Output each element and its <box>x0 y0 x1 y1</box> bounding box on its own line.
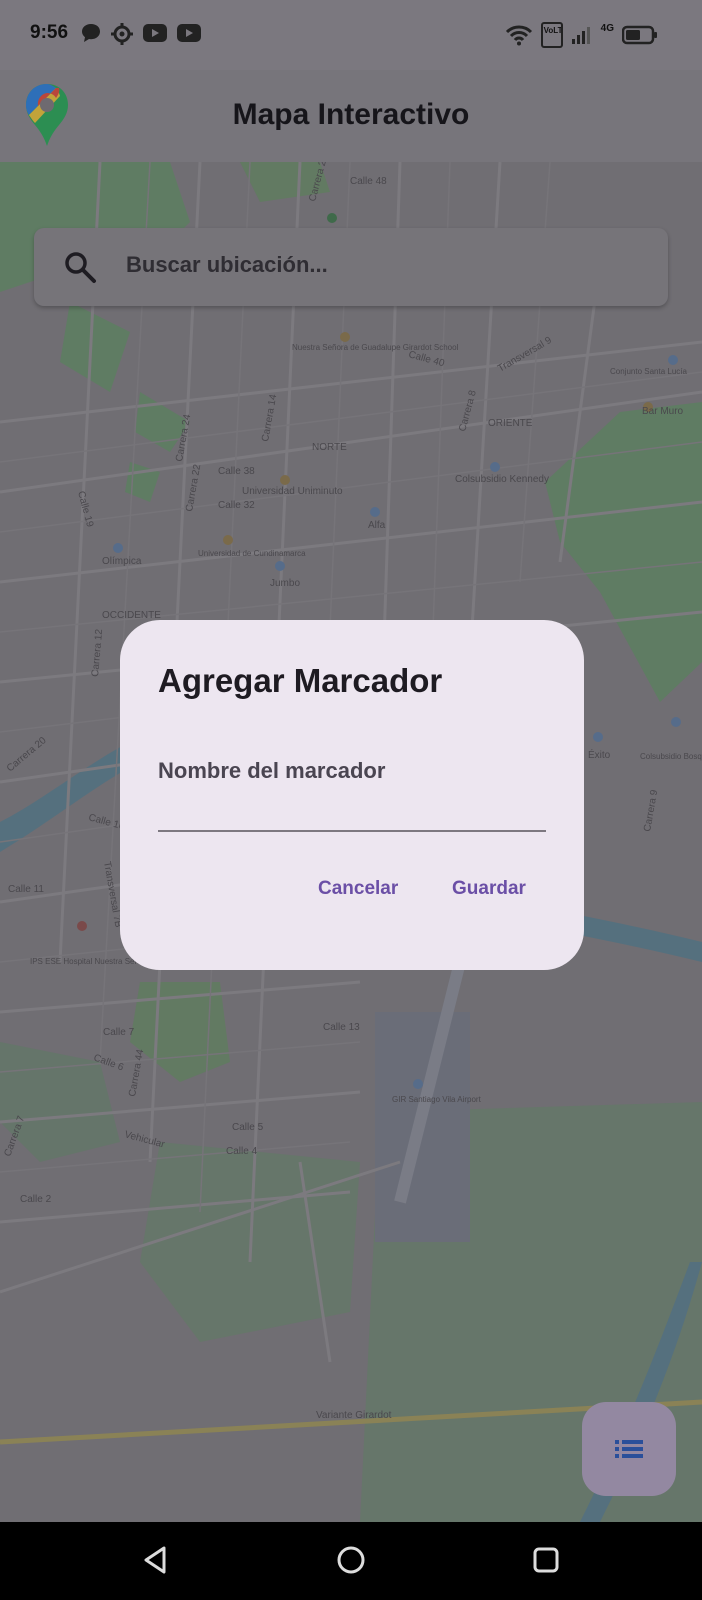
system-nav-bar <box>0 1522 702 1600</box>
map-label: GIR Santiago Vila Airport <box>392 1095 482 1104</box>
map-label: Vehicular <box>123 1129 166 1150</box>
home-icon[interactable] <box>331 1540 371 1580</box>
search-bar[interactable]: Buscar ubicación... <box>34 228 668 306</box>
wifi-icon <box>505 25 532 46</box>
map-label: Calle 11 <box>8 884 44 895</box>
map-label: Nuestra Señora de Guadalupe Girardot Sch… <box>292 343 459 352</box>
status-time: 9:56 <box>30 22 69 43</box>
app-bar: Mapa Interactivo <box>0 70 702 162</box>
youtube-icon <box>143 24 167 42</box>
list-icon <box>615 1440 643 1458</box>
signal-icon <box>571 27 590 44</box>
search-input[interactable]: Buscar ubicación... <box>126 252 328 278</box>
map-label: Calle 40 <box>407 349 446 369</box>
battery-icon <box>622 25 657 45</box>
volte-badge: VoLTE <box>540 22 563 48</box>
map-label: Olímpica <box>102 556 142 567</box>
map-label: Carrera 12 <box>90 628 105 677</box>
map-label: Transversal 9 <box>496 335 554 375</box>
cancel-button[interactable]: Cancelar <box>318 878 398 900</box>
map-label: Alfa <box>368 520 386 531</box>
add-marker-dialog: Agregar Marcador Nombre del marcador Can… <box>120 620 584 970</box>
marker-name-field[interactable]: Nombre del marcador <box>158 748 546 832</box>
status-bar: 9:56 VoLTE 4G <box>0 0 702 70</box>
map-label: Carrera 22 <box>184 463 203 512</box>
dialog-title: Agregar Marcador <box>158 662 443 699</box>
chat-bubble-icon <box>82 24 100 42</box>
map-label: Éxito <box>588 748 611 761</box>
search-icon <box>65 252 96 283</box>
settings-gear-icon <box>111 23 133 45</box>
map-label: Calle 2 <box>20 1194 52 1205</box>
map-label: OCCIDENTE <box>102 610 161 621</box>
status-system-icons: VoLTE 4G <box>505 22 658 48</box>
map-label: Calle 38 <box>218 466 255 477</box>
map-label: Calle 32 <box>218 500 255 511</box>
map-label: Universidad de Cundinamarca <box>198 549 306 558</box>
map-label: Carrera 44 <box>127 1048 146 1097</box>
recents-icon[interactable] <box>526 1540 566 1580</box>
map-label: NORTE <box>312 442 347 453</box>
marker-list-fab[interactable] <box>582 1402 676 1496</box>
app-title: Mapa Interactivo <box>232 98 470 131</box>
map-label: Carrera 9 <box>642 789 660 833</box>
map-label: Calle 48 <box>350 176 387 187</box>
map-label: Colsubsidio Bosques de Athan <box>640 752 702 761</box>
map-label: Variante Girardot <box>316 1410 392 1421</box>
map-label: Calle 7 <box>103 1027 135 1038</box>
map-label: Conjunto Santa Lucía <box>610 367 687 376</box>
map-label: Carrera 20 <box>5 735 49 774</box>
map-label: Calle 13 <box>323 1022 360 1033</box>
save-button[interactable]: Guardar <box>452 878 526 900</box>
map-label: Calle 19 <box>75 490 95 529</box>
marker-name-label: Nombre del marcador <box>158 758 386 783</box>
map-label: Jumbo <box>270 578 300 589</box>
map-label: Carrera 14 <box>260 393 279 442</box>
map-label: Carrera 8 <box>457 389 479 433</box>
youtube-icon <box>177 24 201 42</box>
map-label: Colsubsidio Kennedy <box>455 474 549 485</box>
map-label: Universidad Uniminuto <box>242 486 343 497</box>
network-type: 4G <box>600 22 614 34</box>
map-label: Calle 4 <box>226 1146 258 1157</box>
map-label: Bar Muro <box>642 406 684 417</box>
map-label: ORIENTE <box>488 418 533 429</box>
map-label: Calle 5 <box>232 1122 264 1133</box>
status-notification-icons <box>80 22 202 46</box>
back-icon[interactable] <box>136 1540 176 1580</box>
